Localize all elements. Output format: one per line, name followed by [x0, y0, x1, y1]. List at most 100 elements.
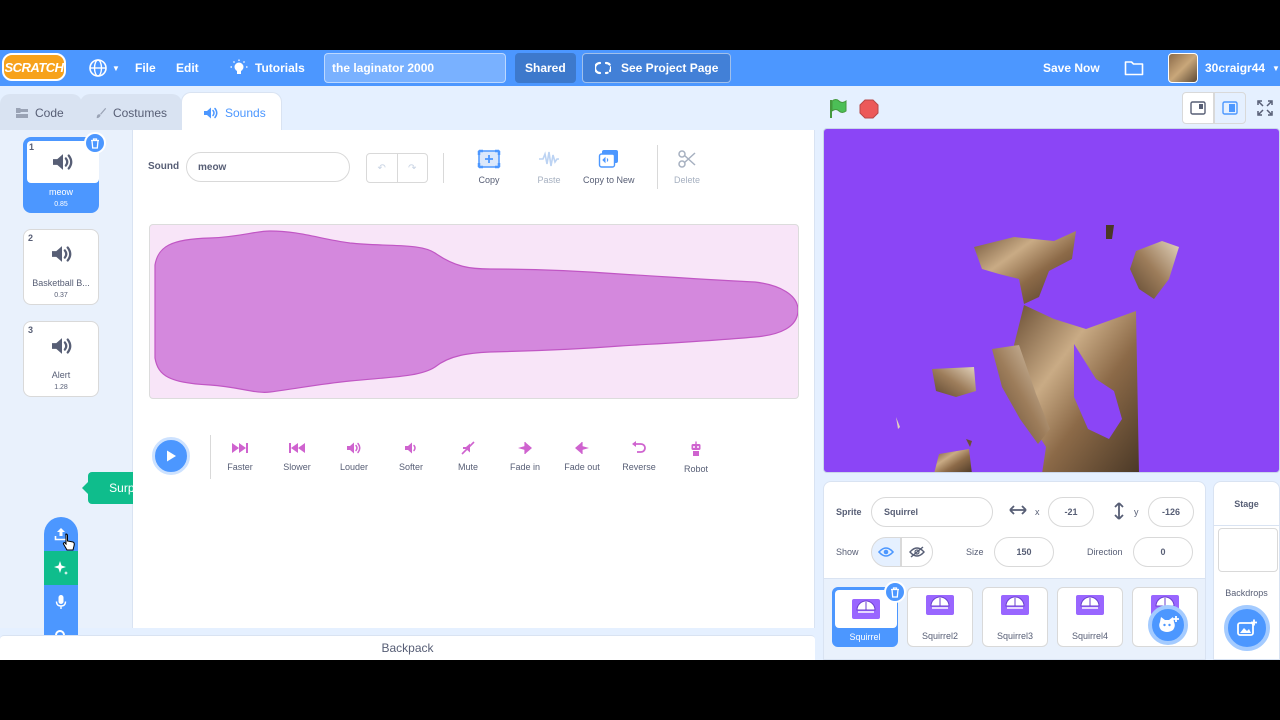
sound-name-input[interactable]: meow: [186, 152, 350, 182]
copy-button[interactable]: Copy: [477, 149, 501, 185]
sprite-tile-squirrel4[interactable]: Squirrel4: [1057, 587, 1123, 647]
paste-button[interactable]: Paste: [537, 149, 561, 185]
tab-code[interactable]: Code: [0, 94, 82, 130]
backpack-bar[interactable]: Backpack: [0, 635, 815, 660]
sound-duration: 0.37: [54, 292, 68, 299]
softer-icon: [405, 442, 416, 454]
large-stage-button[interactable]: [1214, 92, 1246, 124]
surprise-sound-button[interactable]: [44, 551, 78, 585]
tab-code-label: Code: [35, 105, 64, 120]
sound-item-meow[interactable]: 1 meow 0.85: [23, 132, 106, 213]
x-input[interactable]: -21: [1048, 497, 1094, 527]
direction-label: Direction: [1087, 547, 1123, 557]
small-stage-button[interactable]: [1182, 92, 1214, 124]
sound-item-basketball[interactable]: 2 Basketball B... 0.37: [23, 229, 99, 305]
add-sprite-button[interactable]: [1148, 605, 1188, 645]
copy-icon: [477, 149, 501, 169]
show-visible-button[interactable]: [871, 537, 901, 567]
sprite-label: Sprite: [836, 507, 862, 517]
show-hidden-button[interactable]: [901, 537, 933, 567]
reverse-icon: [632, 441, 646, 453]
play-sound-button[interactable]: [152, 437, 190, 475]
green-flag-button[interactable]: [827, 98, 849, 120]
sprite-thumbnail: [1074, 594, 1106, 620]
scratch-logo[interactable]: SCRATCH: [2, 53, 66, 81]
sprite-name-input[interactable]: Squirrel: [871, 497, 993, 527]
scissors-icon: [678, 150, 696, 168]
sound-thumbnail: [28, 234, 96, 274]
file-menu[interactable]: File: [125, 50, 166, 86]
delete-sound-button[interactable]: [84, 132, 106, 154]
sprite-name: Squirrel4: [1071, 631, 1109, 641]
language-menu[interactable]: ▼: [78, 50, 130, 86]
sprite-name: Squirrel2: [921, 631, 959, 641]
add-backdrop-button[interactable]: [1224, 605, 1270, 651]
brush-icon: [96, 107, 107, 118]
project-title-input[interactable]: the laginator 2000: [324, 53, 506, 83]
stage-panel-title: Stage: [1214, 482, 1279, 526]
sound-number: 3: [28, 325, 34, 335]
small-stage-icon: [1190, 101, 1206, 115]
sprite-tile-squirrel[interactable]: Squirrel: [832, 581, 906, 647]
stage-thumbnail[interactable]: [1218, 528, 1278, 572]
record-sound-button[interactable]: [44, 585, 78, 619]
see-project-page-button[interactable]: See Project Page: [582, 53, 732, 83]
lightbulb-icon: [230, 59, 248, 74]
undo-button[interactable]: ↶: [367, 154, 398, 182]
effect-louder[interactable]: Louder: [324, 441, 384, 472]
speaker-icon: [53, 154, 73, 170]
waveform-display[interactable]: [149, 224, 799, 399]
louder-icon: [347, 442, 361, 454]
stage-canvas[interactable]: [823, 128, 1280, 473]
delete-label: Delete: [674, 175, 701, 185]
paste-label: Paste: [537, 175, 561, 185]
effect-label: Mute: [457, 462, 478, 472]
direction-input[interactable]: 0: [1133, 537, 1193, 567]
tab-costumes[interactable]: Costumes: [80, 94, 182, 130]
effect-faster[interactable]: Faster: [210, 441, 270, 472]
edit-menu[interactable]: Edit: [166, 50, 209, 86]
sprite-costume-icon: [1076, 595, 1104, 615]
sound-number: 2: [28, 233, 34, 243]
effect-reverse[interactable]: Reverse: [609, 441, 669, 472]
green-flag-icon: [830, 99, 847, 118]
avatar: [1168, 53, 1198, 83]
speaker-icon: [204, 107, 218, 118]
my-stuff-button[interactable]: [1114, 50, 1154, 86]
shared-button[interactable]: Shared: [515, 53, 576, 83]
faster-icon: [232, 443, 248, 453]
sound-item-alert[interactable]: 3 Alert 1.28: [23, 321, 99, 397]
microphone-icon: [55, 595, 67, 609]
see-inside-icon: [595, 61, 611, 75]
tab-sounds[interactable]: Sounds: [181, 92, 282, 132]
effect-fade-out[interactable]: Fade out: [552, 441, 612, 472]
x-label: x: [1035, 507, 1040, 517]
account-menu[interactable]: 30craigr44 ▼: [1168, 50, 1280, 86]
y-input[interactable]: -126: [1148, 497, 1194, 527]
save-now-button[interactable]: Save Now: [1033, 50, 1110, 86]
delete-sprite-button[interactable]: [884, 581, 906, 603]
effect-slower[interactable]: Slower: [267, 441, 327, 472]
size-input[interactable]: 150: [994, 537, 1054, 567]
stop-button[interactable]: [858, 98, 880, 120]
sprite-tile-squirrel2[interactable]: Squirrel2: [907, 587, 973, 647]
stage-selector-panel[interactable]: Stage Backdrops: [1213, 481, 1280, 660]
copy-to-new-label: Copy to New: [583, 175, 635, 185]
tutorials-button[interactable]: Tutorials: [220, 50, 315, 86]
divider: [657, 145, 658, 189]
delete-button[interactable]: Delete: [674, 149, 700, 185]
sprite-tile-squirrel3[interactable]: Squirrel3: [982, 587, 1048, 647]
effect-robot[interactable]: Robot: [666, 441, 726, 474]
y-arrows-icon: [1112, 502, 1126, 522]
copy-to-new-button[interactable]: Copy to New: [583, 149, 635, 185]
effect-mute[interactable]: Mute: [438, 441, 498, 472]
caret-down-icon: ▼: [112, 63, 120, 73]
fullscreen-button[interactable]: [1249, 92, 1280, 124]
video-letterbox: [0, 660, 1280, 720]
effect-label: Softer: [398, 462, 423, 472]
effect-label: Robot: [683, 464, 709, 474]
effect-softer[interactable]: Softer: [381, 441, 441, 472]
trash-icon: [91, 137, 99, 149]
effect-fade-in[interactable]: Fade in: [495, 441, 555, 472]
redo-button[interactable]: ↷: [398, 154, 428, 182]
